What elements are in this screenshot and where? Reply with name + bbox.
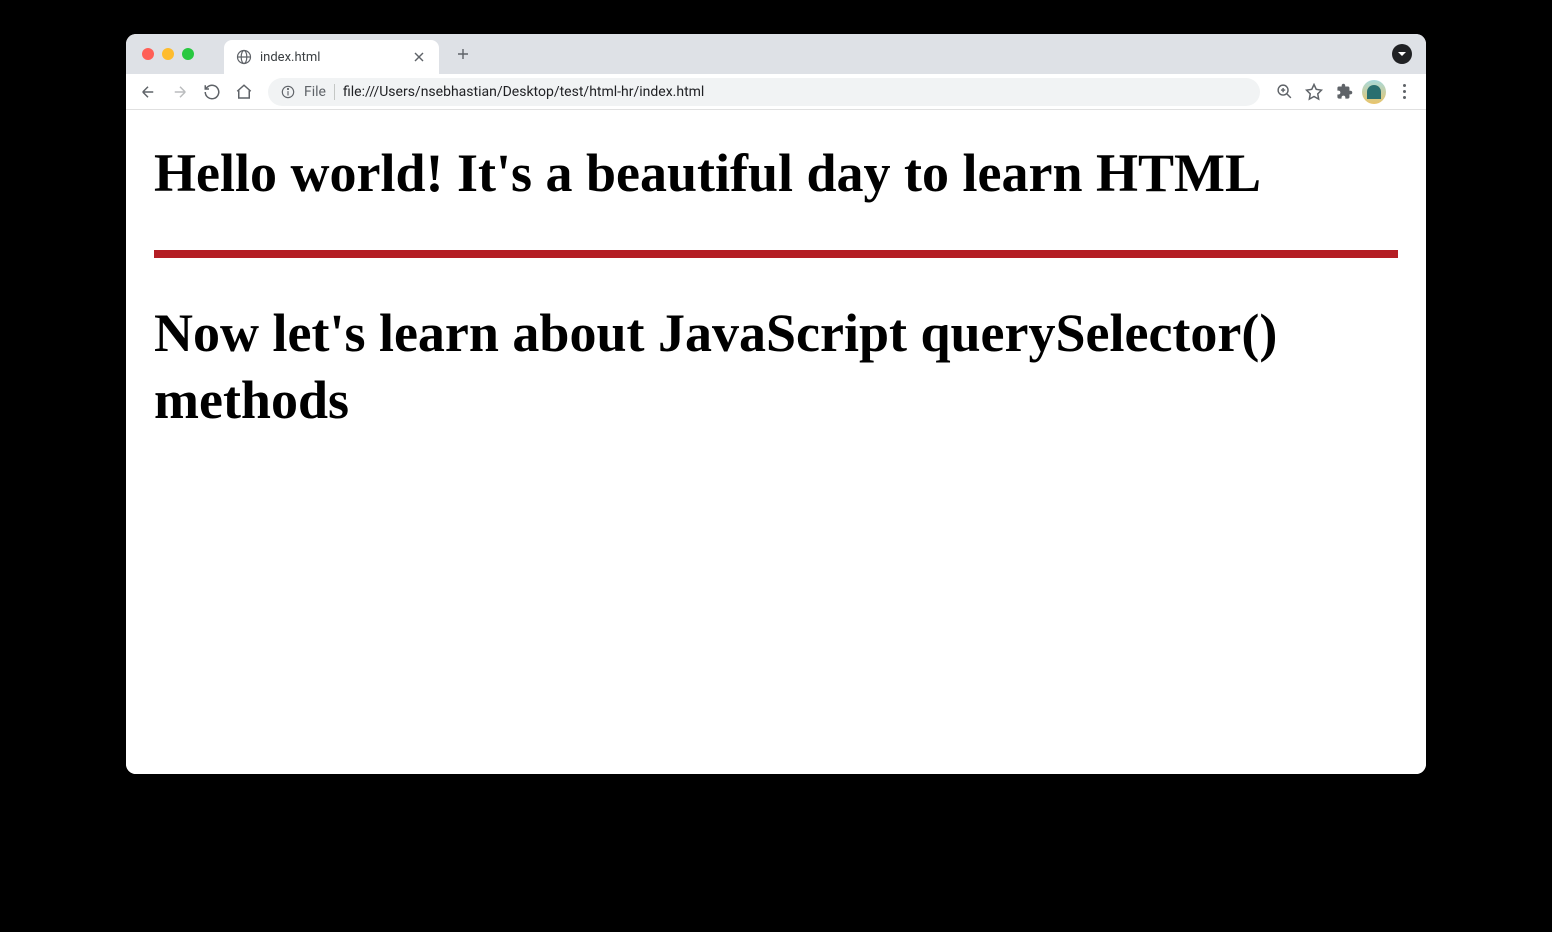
new-tab-button[interactable] — [449, 40, 477, 68]
bookmark-icon[interactable] — [1300, 78, 1328, 106]
close-window-button[interactable] — [142, 48, 154, 60]
window-controls — [126, 48, 194, 60]
profile-avatar[interactable] — [1362, 80, 1386, 104]
zoom-icon[interactable] — [1270, 78, 1298, 106]
browser-window: index.html — [126, 34, 1426, 774]
page-heading-1: Hello world! It's a beautiful day to lea… — [154, 140, 1398, 208]
url-scheme: File — [304, 84, 326, 100]
page-content: Hello world! It's a beautiful day to lea… — [126, 110, 1426, 774]
horizontal-rule — [154, 250, 1398, 258]
toolbar-icons — [1270, 78, 1418, 106]
address-bar: File file:///Users/nsebhastian/Desktop/t… — [126, 74, 1426, 110]
minimize-window-button[interactable] — [162, 48, 174, 60]
maximize-window-button[interactable] — [182, 48, 194, 60]
url-divider — [334, 84, 335, 100]
site-info-icon[interactable] — [280, 84, 296, 100]
reload-button[interactable] — [198, 78, 226, 106]
tab-title: index.html — [260, 50, 403, 65]
back-button[interactable] — [134, 78, 162, 106]
forward-button[interactable] — [166, 78, 194, 106]
close-tab-button[interactable] — [411, 49, 427, 65]
extensions-icon[interactable] — [1330, 78, 1358, 106]
browser-tab[interactable]: index.html — [224, 40, 439, 74]
home-button[interactable] — [230, 78, 258, 106]
url-text: file:///Users/nsebhastian/Desktop/test/h… — [343, 84, 1248, 100]
page-heading-2: Now let's learn about JavaScript querySe… — [154, 300, 1398, 435]
url-box[interactable]: File file:///Users/nsebhastian/Desktop/t… — [268, 78, 1260, 106]
tab-bar: index.html — [126, 34, 1426, 74]
menu-button[interactable] — [1390, 78, 1418, 106]
globe-icon — [236, 49, 252, 65]
search-tabs-button[interactable] — [1392, 44, 1412, 64]
